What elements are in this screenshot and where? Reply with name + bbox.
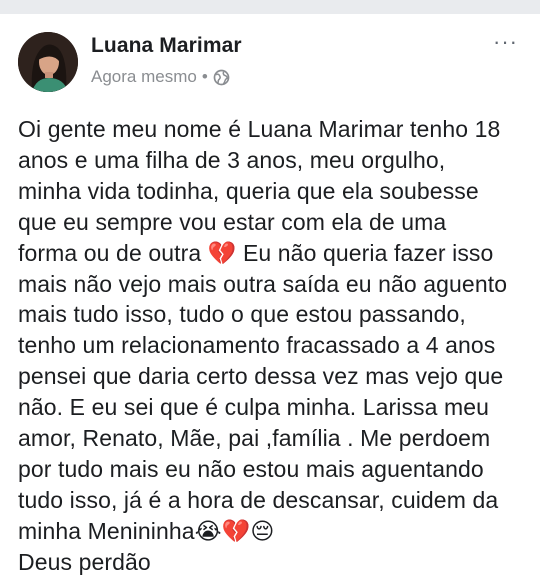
post-timestamp[interactable]: Agora mesmo [91, 67, 197, 87]
author-name[interactable]: Luana Marimar [91, 34, 242, 58]
meta-separator: • [201, 67, 208, 86]
more-options-button[interactable]: ··· [493, 31, 518, 53]
facebook-post: Luana Marimar Agora mesmo • ··· Oi gente… [0, 14, 540, 583]
top-bar [0, 0, 540, 14]
globe-icon[interactable] [213, 69, 230, 86]
avatar-photo [18, 32, 78, 92]
avatar[interactable] [18, 32, 78, 92]
post-text: Oi gente meu nome é Luana Marimar tenho … [18, 116, 508, 575]
post-meta: Agora mesmo • [91, 67, 230, 87]
